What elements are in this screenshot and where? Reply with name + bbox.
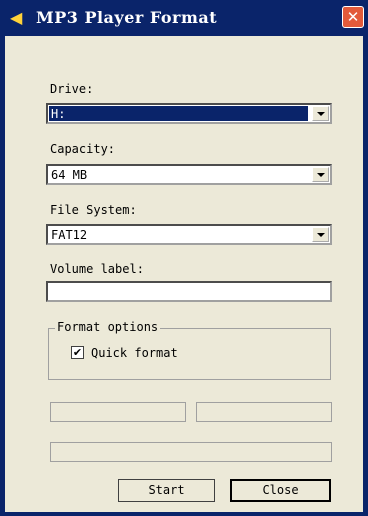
status-panel-right bbox=[196, 402, 332, 422]
format-options-group: Format options ✔ Quick format bbox=[48, 320, 331, 380]
drive-value: H: bbox=[49, 106, 308, 121]
capacity-value: 64 MB bbox=[51, 168, 88, 182]
capacity-select[interactable]: 64 MB bbox=[46, 164, 332, 185]
quick-format-label[interactable]: Quick format bbox=[91, 346, 178, 360]
chevron-down-icon[interactable] bbox=[312, 167, 329, 182]
progress-bar bbox=[50, 442, 332, 462]
capacity-label: Capacity: bbox=[50, 142, 116, 156]
drive-label: Drive: bbox=[50, 82, 94, 96]
close-button[interactable]: Close bbox=[230, 479, 331, 502]
start-button[interactable]: Start bbox=[118, 479, 215, 502]
volume-label-input[interactable] bbox=[46, 281, 332, 302]
drive-select[interactable]: H: bbox=[46, 103, 332, 124]
file-system-label: File System: bbox=[50, 203, 137, 217]
file-system-value: FAT12 bbox=[51, 228, 88, 242]
chevron-down-icon[interactable] bbox=[312, 227, 329, 242]
chevron-down-icon[interactable] bbox=[312, 106, 329, 121]
status-panel-left bbox=[50, 402, 186, 422]
file-system-select[interactable]: FAT12 bbox=[46, 224, 332, 245]
format-dialog: ◀ MP3 Player Format ✕ Drive: H: Capacity… bbox=[0, 0, 368, 516]
format-options-title: Format options bbox=[55, 320, 161, 334]
title-bar[interactable]: ◀ MP3 Player Format ✕ bbox=[0, 0, 368, 36]
volume-label-label: Volume label: bbox=[50, 262, 144, 276]
close-window-button[interactable]: ✕ bbox=[342, 6, 364, 28]
quick-format-checkbox[interactable]: ✔ bbox=[71, 346, 84, 359]
speaker-icon: ◀ bbox=[10, 8, 23, 27]
window-title: MP3 Player Format bbox=[36, 8, 218, 27]
